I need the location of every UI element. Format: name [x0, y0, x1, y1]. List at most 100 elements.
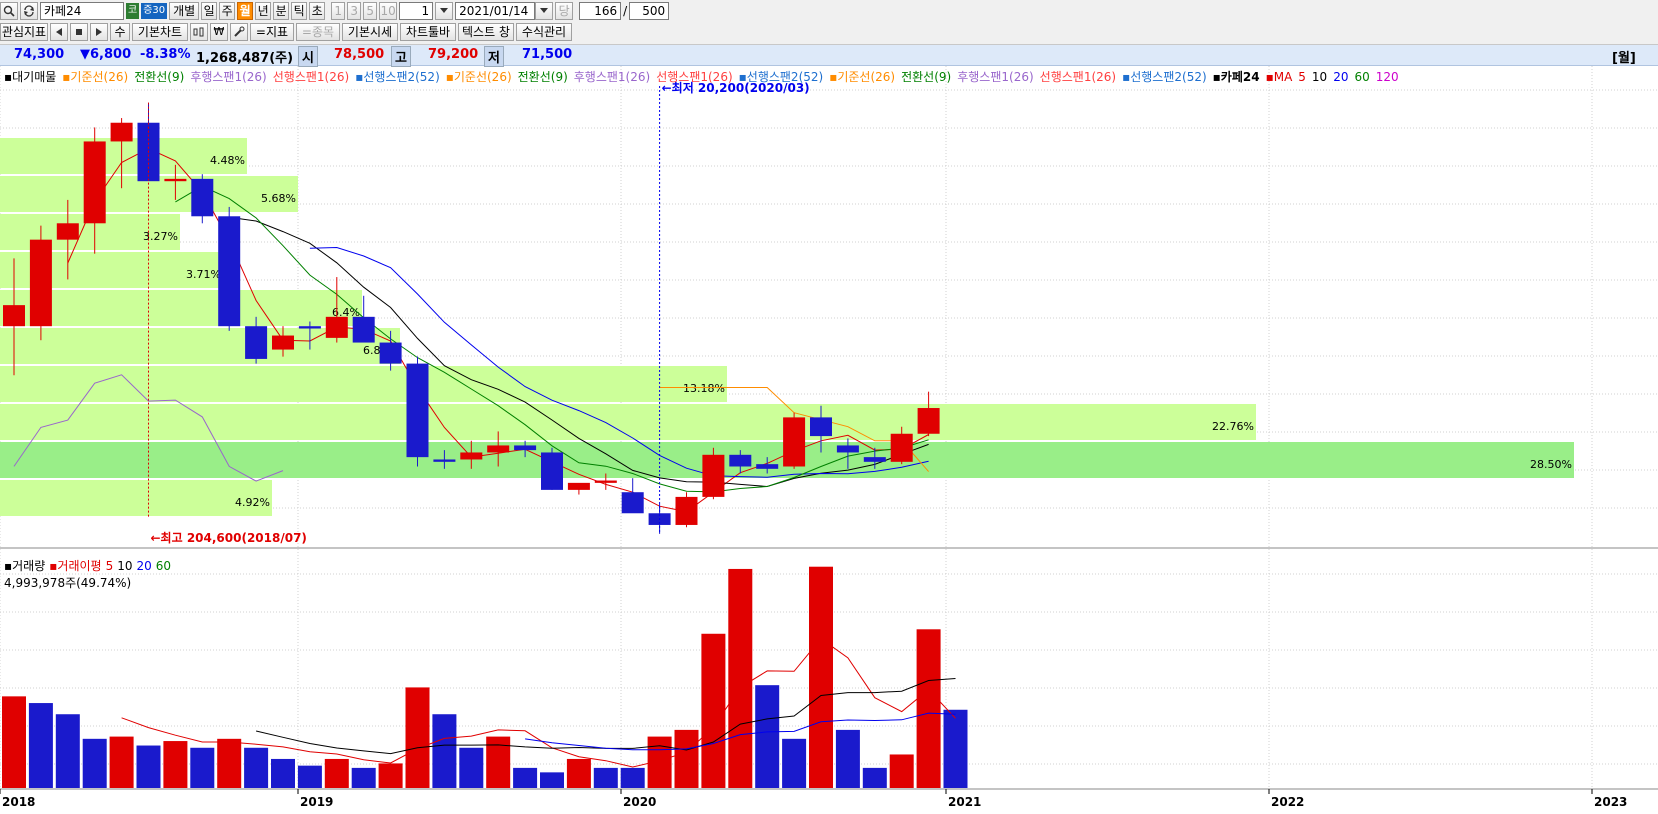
chart-toolbar: 카페24 코 증30 개별 일 주 월 년 분 틱 초 1 3 5 10 1 2…: [0, 0, 1658, 45]
candle-body: [729, 454, 752, 467]
candle-body: [110, 122, 133, 142]
legend-item: ▪카페24: [1212, 70, 1260, 84]
legend-item: 전환선(9): [517, 70, 568, 84]
volume-bar: [297, 765, 322, 788]
volume-bar: [109, 736, 134, 788]
candle-body: [29, 239, 52, 327]
basic-chart-button[interactable]: 기본차트: [132, 23, 188, 41]
candle-body: [460, 452, 483, 460]
won-icon[interactable]: ₩: [210, 23, 228, 41]
refresh-icon[interactable]: [20, 2, 38, 20]
volume-legend-item: ▪거래량: [4, 559, 46, 573]
volume-bar: [916, 629, 941, 788]
volume-legend-item: 20: [136, 559, 152, 573]
candle-body: [379, 342, 402, 364]
volume-bar: [217, 738, 242, 788]
volume-profile-label: 13.18%: [683, 382, 725, 395]
volume-profile-band: [0, 404, 1256, 440]
interval-10-button[interactable]: 10: [379, 2, 398, 20]
date-input[interactable]: 2021/01/14: [455, 2, 536, 20]
volume-bar: [782, 738, 807, 788]
period-minute-button[interactable]: 분: [273, 2, 290, 20]
volume-bar: [862, 767, 887, 788]
interval-input[interactable]: 1: [399, 2, 434, 20]
volume-bar: [701, 633, 726, 788]
stock-name-input[interactable]: 카페24: [40, 2, 124, 20]
volume-profile-label: 4.48%: [210, 154, 245, 167]
item-button[interactable]: =종목: [296, 23, 340, 41]
legend-item: ▪MA: [1265, 70, 1293, 84]
period-month-button[interactable]: 월: [237, 2, 254, 20]
wrench-icon[interactable]: [230, 23, 248, 41]
candle-icon[interactable]: [190, 23, 208, 41]
count-total-input[interactable]: 500: [629, 2, 670, 20]
legend-item: 선행스팬1(26): [272, 70, 350, 84]
legend-item: 선행스팬1(26): [656, 70, 733, 84]
legend-item: 120: [1375, 70, 1399, 84]
volume-profile-label: 5.68%: [261, 192, 296, 205]
legend-item: 5: [1298, 70, 1306, 84]
text-window-button[interactable]: 텍스트 창: [458, 23, 514, 41]
chart-toolbar-button[interactable]: 차트툴바: [400, 23, 456, 41]
basic-quote-button[interactable]: 기본시세: [342, 23, 398, 41]
candle-body: [783, 417, 806, 467]
interval-1-button[interactable]: 1: [331, 2, 346, 20]
low-price: 71,500: [522, 47, 573, 62]
legend-item: ▪기준선(26): [829, 70, 896, 84]
indicator-button[interactable]: =지표: [250, 23, 294, 41]
period-second-button[interactable]: 초: [309, 2, 326, 20]
period-tag: [월]: [1612, 51, 1636, 66]
candle-body: [56, 223, 79, 240]
volume-bar: [809, 566, 833, 788]
volume-bar: [163, 741, 188, 788]
search-icon[interactable]: [0, 2, 18, 20]
legend-item: 후행스팬1(26): [190, 70, 267, 84]
scroll-right-icon[interactable]: [90, 23, 108, 41]
su-button[interactable]: 수: [110, 23, 130, 41]
high-price: 79,200: [428, 47, 479, 62]
quote-bar: 74,300 ▼6,800 -8.38% 1,268,487(주) 시 78,5…: [0, 45, 1658, 67]
price-change: ▼6,800: [80, 47, 132, 62]
period-individual-button[interactable]: 개별: [169, 2, 200, 20]
x-axis-label: 2021: [948, 795, 981, 809]
interval-3-button[interactable]: 3: [347, 2, 362, 20]
candle-body: [594, 480, 617, 483]
interval-5-button[interactable]: 5: [363, 2, 378, 20]
candle-body: [352, 316, 375, 343]
candle-body: [191, 178, 214, 217]
candle-body: [917, 408, 940, 434]
x-axis-label: 2023: [1594, 795, 1627, 809]
candle-body: [245, 326, 268, 359]
scroll-left-icon[interactable]: [50, 23, 68, 41]
interval-dropdown-icon[interactable]: [435, 2, 454, 20]
watch-indicator-button[interactable]: 관심지표: [0, 23, 48, 41]
chart-area[interactable]: 4.48%5.68%3.27%3.71%6.4%6.83%13.18%22.76…: [0, 66, 1658, 811]
volume-bar: [889, 754, 914, 788]
stop-icon[interactable]: [70, 23, 88, 41]
volume-bar: [728, 568, 753, 788]
volume-bar: [82, 738, 107, 788]
volume-bar: [136, 745, 161, 788]
current-date-button[interactable]: 당: [555, 2, 574, 20]
legend-item: ▪선행스팬2(52): [1122, 70, 1207, 84]
period-year-button[interactable]: 년: [255, 2, 272, 20]
volume-bar: [540, 772, 564, 788]
period-tick-button[interactable]: 틱: [291, 2, 308, 20]
volume-profile-band: [0, 480, 272, 516]
x-axis-label: 2018: [2, 795, 35, 809]
period-week-button[interactable]: 주: [219, 2, 236, 20]
volume-profile-label: 28.50%: [1530, 458, 1572, 471]
volume-info: 4,993,978주(49.74%): [4, 576, 132, 590]
legend-item: ▪기준선(26): [445, 70, 512, 84]
volume-bar: [190, 747, 215, 788]
date-dropdown-icon[interactable]: [535, 2, 554, 20]
volume-bar: [566, 758, 591, 788]
legend-item: 선행스팬1(26): [1039, 70, 1117, 84]
legend-item: 60: [1354, 70, 1370, 84]
count-input[interactable]: 166: [579, 2, 622, 20]
legend-item: 전환선(9): [134, 70, 185, 84]
period-day-button[interactable]: 일: [201, 2, 218, 20]
volume-legend-item: ▪거래이평: [49, 559, 102, 573]
price-chart-svg[interactable]: 4.48%5.68%3.27%3.71%6.4%6.83%13.18%22.76…: [0, 66, 1658, 811]
formula-manager-button[interactable]: 수식관리: [516, 23, 572, 41]
